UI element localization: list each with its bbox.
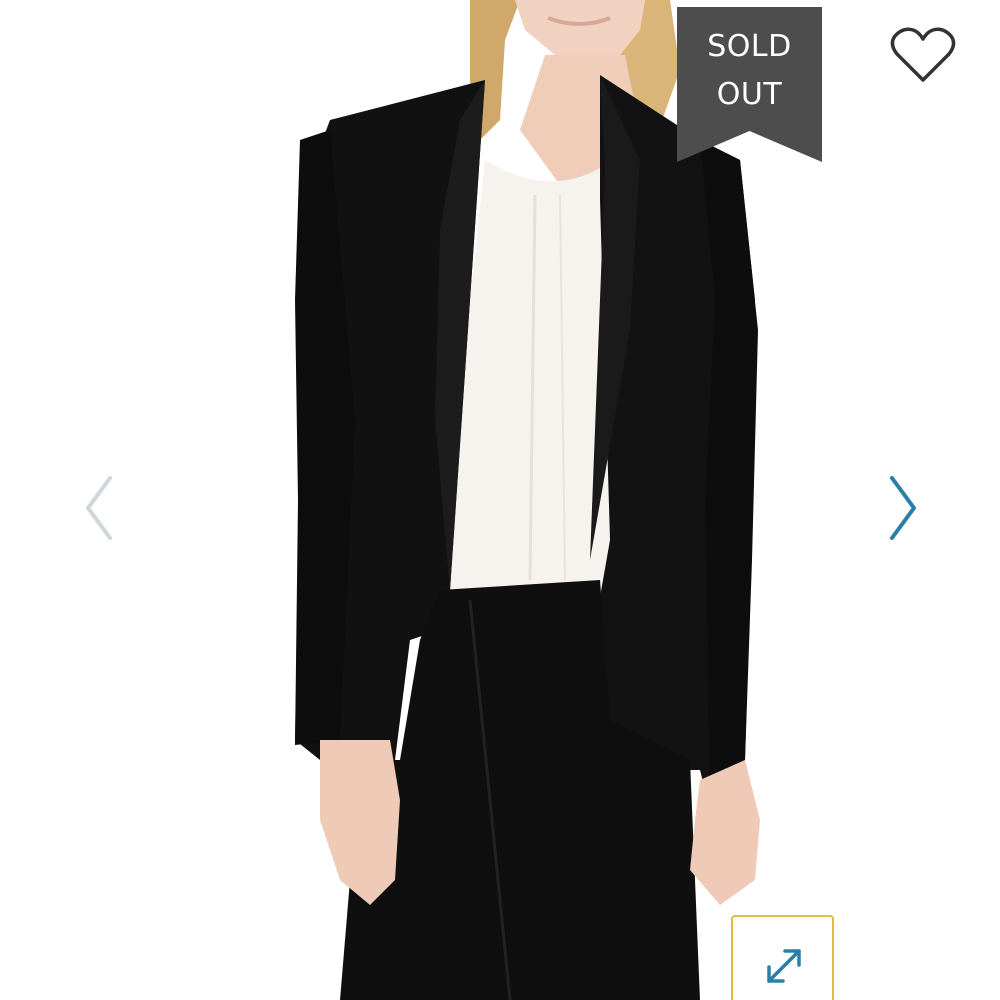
- sold-out-line-2: OUT: [716, 77, 783, 112]
- previous-image-button[interactable]: [78, 470, 118, 546]
- product-photo-black-blazer: [295, 0, 760, 1000]
- expand-diagonal-icon: [767, 949, 801, 983]
- chevron-left-icon: [86, 476, 112, 540]
- product-gallery: SOLD OUT: [0, 0, 1000, 1000]
- chevron-right-icon: [890, 476, 916, 540]
- heart-outline-icon: [890, 27, 956, 82]
- next-image-button[interactable]: [884, 470, 924, 546]
- wishlist-button[interactable]: [889, 26, 957, 86]
- expand-image-button[interactable]: [731, 915, 834, 1000]
- sold-out-line-1: SOLD: [707, 29, 792, 64]
